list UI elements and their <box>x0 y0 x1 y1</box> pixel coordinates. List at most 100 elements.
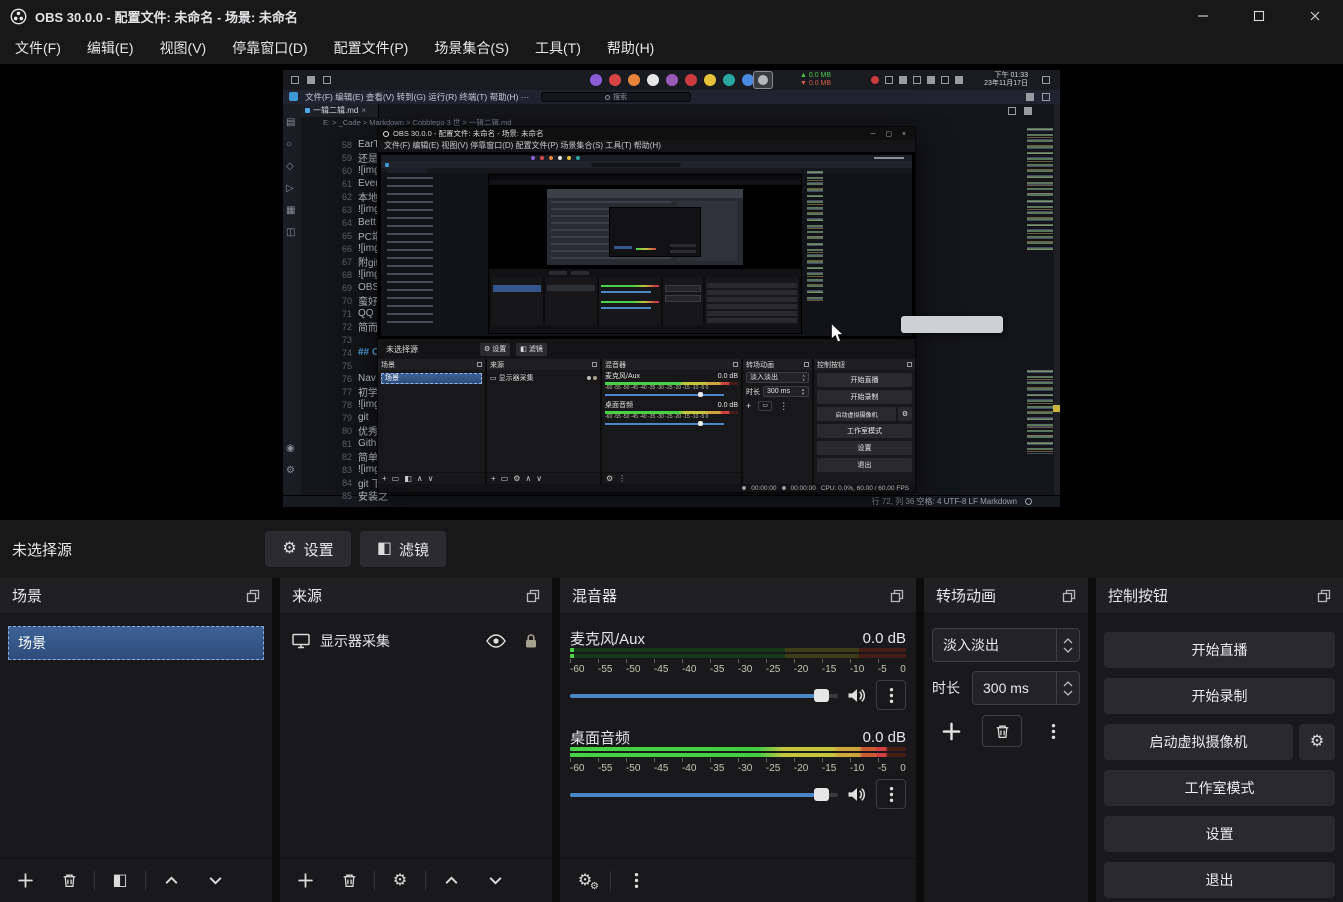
taskbar-icon <box>291 76 299 84</box>
meter-tick-label: 0 <box>900 763 906 774</box>
line-number: 75 <box>341 360 352 371</box>
menu-bar: 文件(F) 编辑(E) 视图(V) 停靠窗口(D) 配置文件(P) 场景集合(S) 工具(T… <box>0 32 1343 64</box>
virtual-cam-config-button[interactable]: ⚙ <box>1299 724 1335 760</box>
transitions-dock-title: 转场动画 <box>936 588 997 605</box>
maximize-button[interactable] <box>1231 0 1287 32</box>
close-button[interactable] <box>1287 0 1343 32</box>
decor <box>601 285 659 287</box>
scene-list: 场景 <box>0 626 272 660</box>
minimize-button[interactable] <box>1175 0 1231 32</box>
plus-icon: + <box>746 401 752 411</box>
source-filters-button[interactable]: ◧ 滤镜 <box>360 531 446 567</box>
gear-icon: ⚙ <box>606 473 614 483</box>
source-properties-button[interactable]: ⚙ <box>381 866 419 896</box>
start-streaming-button[interactable]: 开始直播 <box>1104 632 1335 668</box>
popout-icon[interactable] <box>1317 589 1331 603</box>
visibility-eye-icon[interactable] <box>486 634 506 648</box>
scene-list-item[interactable]: 场景 <box>8 626 264 660</box>
tray-icon <box>913 76 921 84</box>
up-arrow-icon: ▲ <box>800 72 809 79</box>
scrollbar-marker <box>1053 405 1060 412</box>
line-number: 81 <box>341 438 352 449</box>
scenes-dock-header: 场景 <box>0 578 272 614</box>
slider-handle[interactable] <box>813 787 829 801</box>
line-number: 64 <box>341 217 352 228</box>
add-scene-button[interactable] <box>6 866 44 896</box>
app-icon <box>704 74 716 86</box>
studio-mode-button[interactable]: 工作室模式 <box>1104 770 1335 806</box>
transition-menu-button[interactable] <box>1036 716 1070 746</box>
popout-icon[interactable] <box>1062 589 1076 603</box>
app-icon <box>666 74 678 86</box>
gear-icon: ⚙ <box>1309 733 1325 750</box>
move-scene-up-button[interactable] <box>152 866 190 896</box>
lock-icon[interactable] <box>524 633 538 649</box>
meter-tick-label: -20 <box>793 763 809 774</box>
captured-docks: 场景 场景 +▭◧∧∨ 来源 ▭ 显示器采集 +▭⚙∧∨ 混音器 <box>378 359 915 484</box>
nested-tabs <box>381 168 912 173</box>
menu-item[interactable]: 编辑(E) <box>74 32 147 64</box>
menu-item[interactable]: 场景集合(S) <box>421 32 522 64</box>
transition-select[interactable]: 淡入淡出 <box>932 628 1080 662</box>
scene-filters-button[interactable]: ◧ <box>101 866 139 896</box>
source-name: 显示器采集 <box>320 633 390 649</box>
files-icon: ▤ <box>286 117 296 128</box>
mixer-menu-button[interactable] <box>617 866 655 896</box>
menu-item[interactable]: 文件(F) <box>2 32 74 64</box>
menu-item[interactable]: 停靠窗口(D) <box>219 32 320 64</box>
remove-source-button[interactable] <box>330 866 368 896</box>
menu-item[interactable]: 配置文件(P) <box>321 32 422 64</box>
settings-button[interactable]: 设置 <box>1104 816 1335 852</box>
line-text: ![img <box>358 464 380 475</box>
popout-icon[interactable] <box>246 589 260 603</box>
start-virtual-cam-button[interactable]: 启动虚拟摄像机 <box>1104 724 1293 760</box>
move-source-down-button[interactable] <box>476 866 514 896</box>
menu-item[interactable]: 帮助(H) <box>594 32 667 64</box>
channel-menu-button[interactable] <box>876 680 906 710</box>
speaker-icon[interactable] <box>847 687 867 704</box>
move-source-up-button[interactable] <box>432 866 470 896</box>
duration-spinner[interactable] <box>1056 672 1079 704</box>
source-settings-button[interactable]: ⚙ 设置 <box>265 531 351 567</box>
meter-tick-label: -15 <box>821 763 837 774</box>
menu-item[interactable]: 视图(V) <box>147 32 220 64</box>
start-recording-button[interactable]: 开始录制 <box>1104 678 1335 714</box>
editor-tab: 一辑二辑.md × <box>301 104 379 117</box>
gear-small-icon: ⚙ <box>590 880 599 892</box>
exit-button[interactable]: 退出 <box>1104 862 1335 898</box>
popout-icon[interactable] <box>526 589 540 603</box>
down-icon: ∨ <box>536 473 543 483</box>
source-list-item[interactable]: 显示器采集 <box>280 624 552 658</box>
decor <box>601 291 651 293</box>
remove-scene-button[interactable] <box>50 866 88 896</box>
popout-icon[interactable] <box>890 589 904 603</box>
meter-scale: -60 -55 -50 -45 -40 -35 -30 -25 -20 -15 -10 -5 0 <box>570 763 906 774</box>
move-scene-down-button[interactable] <box>196 866 234 896</box>
editor-scrollbar <box>1054 104 1060 495</box>
volume-slider[interactable] <box>570 787 838 801</box>
meter-tick-label: -55 <box>597 664 613 675</box>
combo-spinner[interactable] <box>1056 629 1079 661</box>
decor <box>707 304 797 309</box>
source-list: 显示器采集 <box>280 624 552 658</box>
speaker-icon[interactable] <box>847 786 867 803</box>
duration-label: 时长 <box>932 680 960 696</box>
meter-tick-label: -5 <box>877 763 887 774</box>
decor <box>567 156 571 160</box>
remove-transition-button[interactable] <box>982 715 1022 747</box>
add-transition-button[interactable] <box>934 716 968 746</box>
run-debug-icon: ▷ <box>286 183 294 194</box>
preview-canvas[interactable]: ▲ 0.0 MB ▼ 0.0 MB 下午 01:33 23年11月17日 文件(… <box>0 64 1343 520</box>
advanced-audio-button[interactable]: ⚙ ⚙ <box>566 866 604 896</box>
menu-item[interactable]: 工具(T) <box>522 32 594 64</box>
spinner-icons: ▲ ▼ <box>801 386 805 396</box>
channel-menu-button[interactable] <box>876 779 906 809</box>
slider-handle[interactable] <box>813 688 829 702</box>
add-source-button[interactable] <box>286 866 324 896</box>
gear-icon: ⚙ <box>484 346 491 353</box>
volume-slider[interactable] <box>570 688 838 702</box>
line-number: 72 <box>341 321 352 332</box>
tray-icon <box>955 76 963 84</box>
filter-icon: ◧ <box>404 473 412 483</box>
duration-spinbox[interactable]: 300 ms <box>972 671 1080 705</box>
